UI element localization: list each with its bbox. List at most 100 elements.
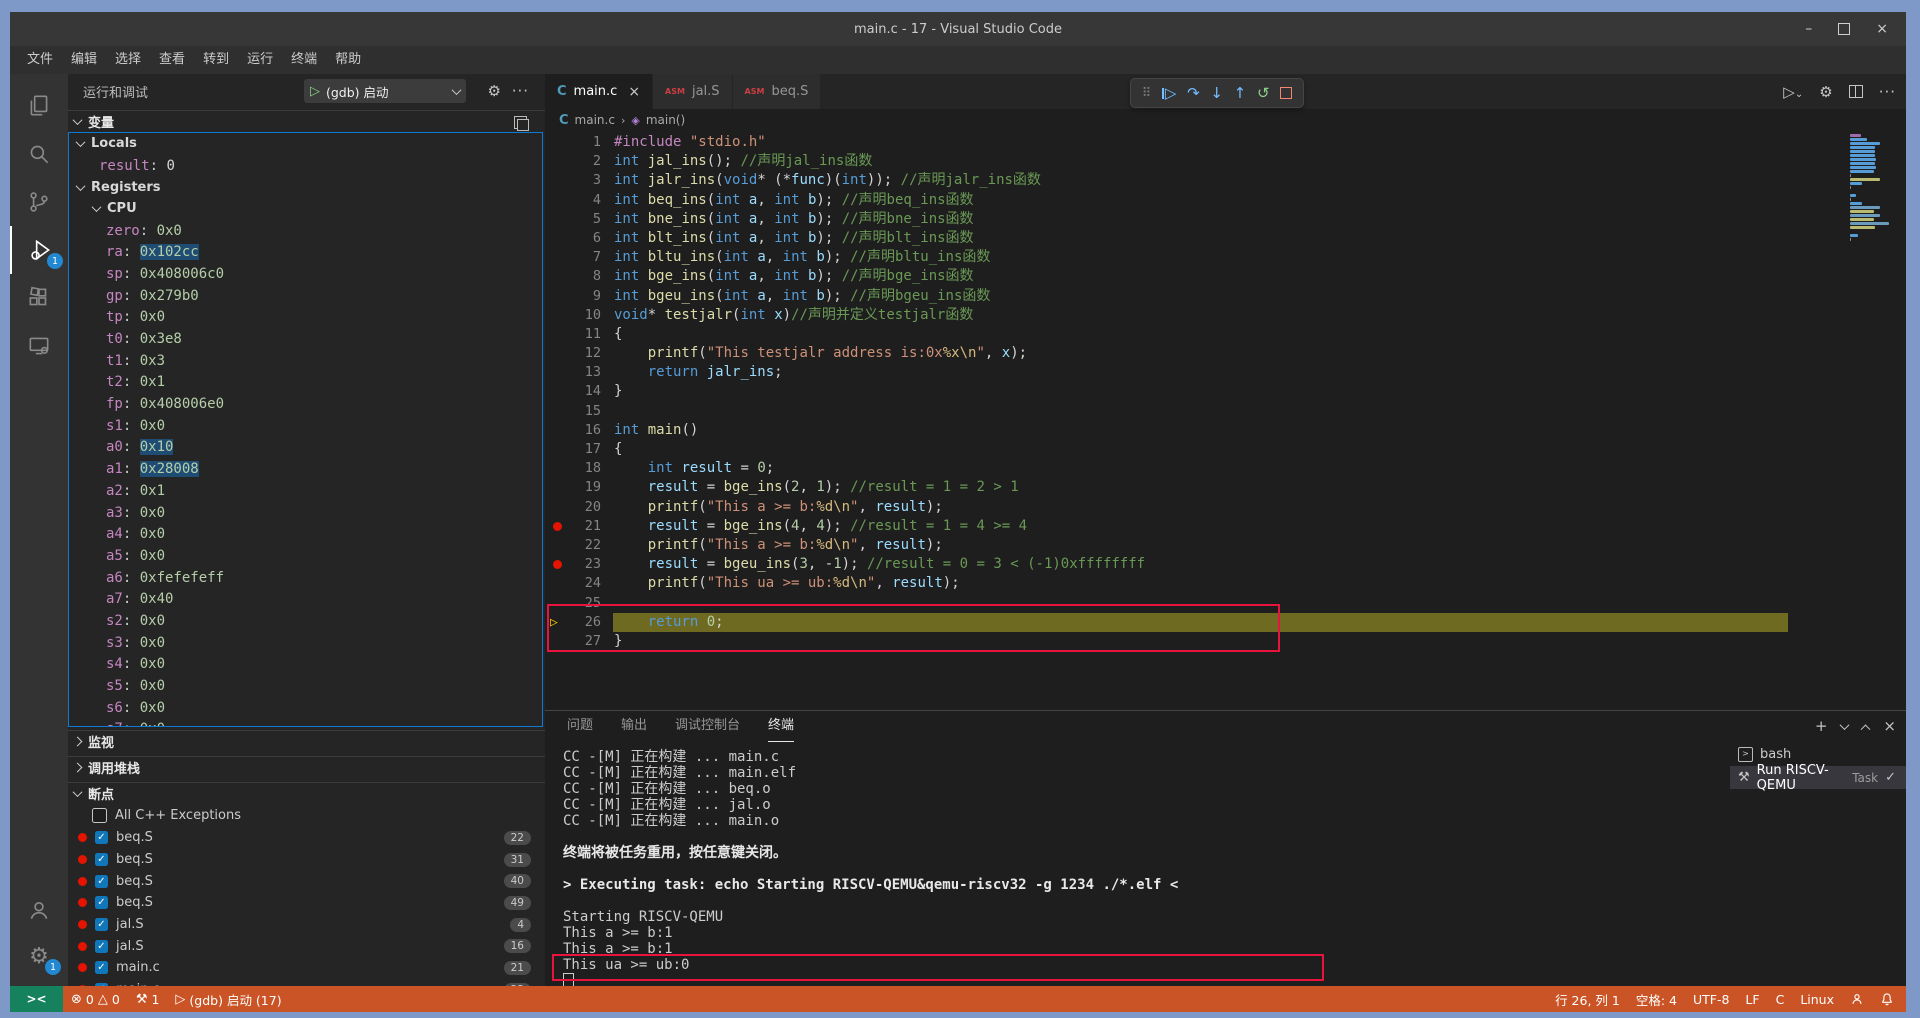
local-variable-row[interactable]: result: 0 [69,155,542,177]
register-row[interactable]: zero: 0x0 [69,220,542,242]
indentation[interactable]: 空格: 4 [1628,990,1685,1009]
gutter[interactable]: 20 [545,498,614,517]
code-line[interactable]: 2int jal_ins(); //声明jal_ins函数 [545,152,1906,171]
code-line[interactable]: 19 result = bge_ins(2, 1); //result = 1 … [545,478,1906,497]
registers-node[interactable]: Registers [69,176,542,198]
drag-grip-icon[interactable]: ⠿ [1142,86,1152,101]
register-row[interactable]: gp: 0x279b0 [69,285,542,307]
step-over-icon[interactable]: ↷ [1187,84,1200,102]
code-line[interactable]: 8int bge_ins(int a, int b); //声明bge_ins函… [545,267,1906,286]
menu-item[interactable]: 运行 [238,46,282,74]
breadcrumb-file[interactable]: main.c [575,113,615,127]
gutter[interactable]: 5 [545,210,614,229]
locals-node[interactable]: Locals [69,133,542,155]
code-line[interactable]: 24 printf("This ua >= ub:%d\n", result); [545,574,1906,593]
debug-settings-gear-icon[interactable]: ⚙ [488,82,501,100]
gutter[interactable]: 21 [545,517,614,536]
register-row[interactable]: s5: 0x0 [69,675,542,697]
register-row[interactable]: fp: 0x408006e0 [69,393,542,415]
register-row[interactable]: s2: 0x0 [69,610,542,632]
gutter[interactable]: 1 [545,133,614,152]
account-icon[interactable] [10,886,68,934]
gutter[interactable]: 18 [545,459,614,478]
gutter[interactable]: 17 [545,440,614,459]
code-line[interactable]: 21 result = bge_ins(4, 4); //result = 1 … [545,517,1906,536]
stop-icon[interactable] [1280,87,1292,99]
gutter[interactable]: 16 [545,421,614,440]
menu-item[interactable]: 文件 [18,46,62,74]
feedback-icon[interactable] [1842,992,1872,1006]
register-row[interactable]: t0: 0x3e8 [69,328,542,350]
register-row[interactable]: a4: 0x0 [69,523,542,545]
code-line[interactable]: 3int jalr_ins(void* (*func)(int)); //声明j… [545,171,1906,190]
remote-explorer-icon[interactable] [10,322,68,370]
tab-main.c[interactable]: Cmain.c× [545,74,653,109]
register-row[interactable]: t1: 0x3 [69,350,542,372]
exceptions-row[interactable]: All C++ Exceptions [68,805,545,827]
code-line[interactable]: 22 printf("This a >= b:%d\n", result); [545,536,1906,555]
breakpoint-row[interactable]: ✓beq.S40 [68,870,545,892]
tasks-status[interactable]: ⚒1 [128,992,168,1007]
panel-tab-调试控制台[interactable]: 调试控制台 [675,711,740,741]
breakpoint-row[interactable]: ✓jal.S4 [68,914,545,936]
code-line[interactable]: 4int beq_ins(int a, int b); //声明beq_ins函… [545,191,1906,210]
register-row[interactable]: a7: 0x40 [69,588,542,610]
panel-tab-终端[interactable]: 终端 [768,711,794,742]
breakpoint-row[interactable]: ✓beq.S22 [68,827,545,849]
gutter[interactable]: 9 [545,287,614,306]
gutter[interactable]: 12 [545,344,614,363]
gutter[interactable]: 19 [545,478,614,497]
register-row[interactable]: s7: 0x0 [69,719,542,727]
gutter[interactable]: 3 [545,171,614,190]
os-indicator[interactable]: Linux [1792,992,1842,1007]
encoding[interactable]: UTF-8 [1685,992,1737,1007]
language-mode[interactable]: C [1768,992,1793,1007]
new-terminal-icon[interactable]: + [1815,717,1828,735]
register-row[interactable]: a2: 0x1 [69,480,542,502]
gutter[interactable]: 13 [545,363,614,382]
code-line[interactable]: 14} [545,382,1906,401]
settings-gear-icon[interactable]: ⚙ 1 [10,932,68,980]
eol[interactable]: LF [1737,992,1767,1007]
run-debug-icon[interactable]: 1 [10,226,70,274]
breakpoints-section-header[interactable]: 断点 [68,782,545,804]
problems-status[interactable]: ⊗0 △0 [63,992,128,1007]
register-row[interactable]: a1: 0x28008 [69,458,542,480]
source-control-icon[interactable] [10,178,68,226]
minimize-button[interactable]: – [1805,21,1812,37]
code-line[interactable]: 7int bltu_ins(int a, int b); //声明bltu_in… [545,248,1906,267]
menu-item[interactable]: 帮助 [326,46,370,74]
explorer-icon[interactable] [10,82,68,130]
register-row[interactable]: t2: 0x1 [69,372,542,394]
gutter[interactable]: 15 [545,402,614,421]
gutter[interactable]: 2 [545,152,614,171]
maximize-panel-icon[interactable] [1861,724,1871,734]
code-line[interactable]: 1#include "stdio.h" [545,133,1906,152]
register-row[interactable]: a6: 0xfefefeff [69,567,542,589]
remote-indicator[interactable]: >< [10,986,63,1012]
register-row[interactable]: s4: 0x0 [69,654,542,676]
restart-icon[interactable]: ↺ [1257,84,1270,102]
search-icon[interactable] [10,130,68,178]
gutter[interactable]: 23 [545,555,614,574]
code-line[interactable]: 9int bgeu_ins(int a, int b); //声明bgeu_in… [545,287,1906,306]
breakpoint-row[interactable]: ✓main.c21 [68,957,545,979]
register-row[interactable]: s1: 0x0 [69,415,542,437]
code-line[interactable]: 23 result = bgeu_ins(3, -1); //result = … [545,555,1906,574]
more-actions-icon[interactable]: ··· [512,82,529,100]
code-line[interactable]: 6int blt_ins(int a, int b); //声明blt_ins函… [545,229,1906,248]
breakpoint-row[interactable]: ✓beq.S31 [68,849,545,871]
minimap[interactable] [1850,134,1898,242]
register-row[interactable]: a0: 0x10 [69,437,542,459]
menu-item[interactable]: 编辑 [62,46,106,74]
close-button[interactable]: × [1876,21,1888,37]
code-line[interactable]: 18 int result = 0; [545,459,1906,478]
editor-gear-icon[interactable]: ⚙ [1819,83,1832,101]
register-row[interactable]: tp: 0x0 [69,307,542,329]
code-line[interactable]: 11{ [545,325,1906,344]
tab-beq.S[interactable]: ASMbeq.S [733,74,822,109]
extensions-icon[interactable] [10,274,68,322]
terminal-output[interactable]: CC -[M] 正在构建 ... main.cCC -[M] 正在构建 ... … [563,749,1723,989]
breakpoint-dot-icon[interactable] [553,522,562,531]
code-line[interactable]: 20 printf("This a >= b:%d\n", result); [545,498,1906,517]
